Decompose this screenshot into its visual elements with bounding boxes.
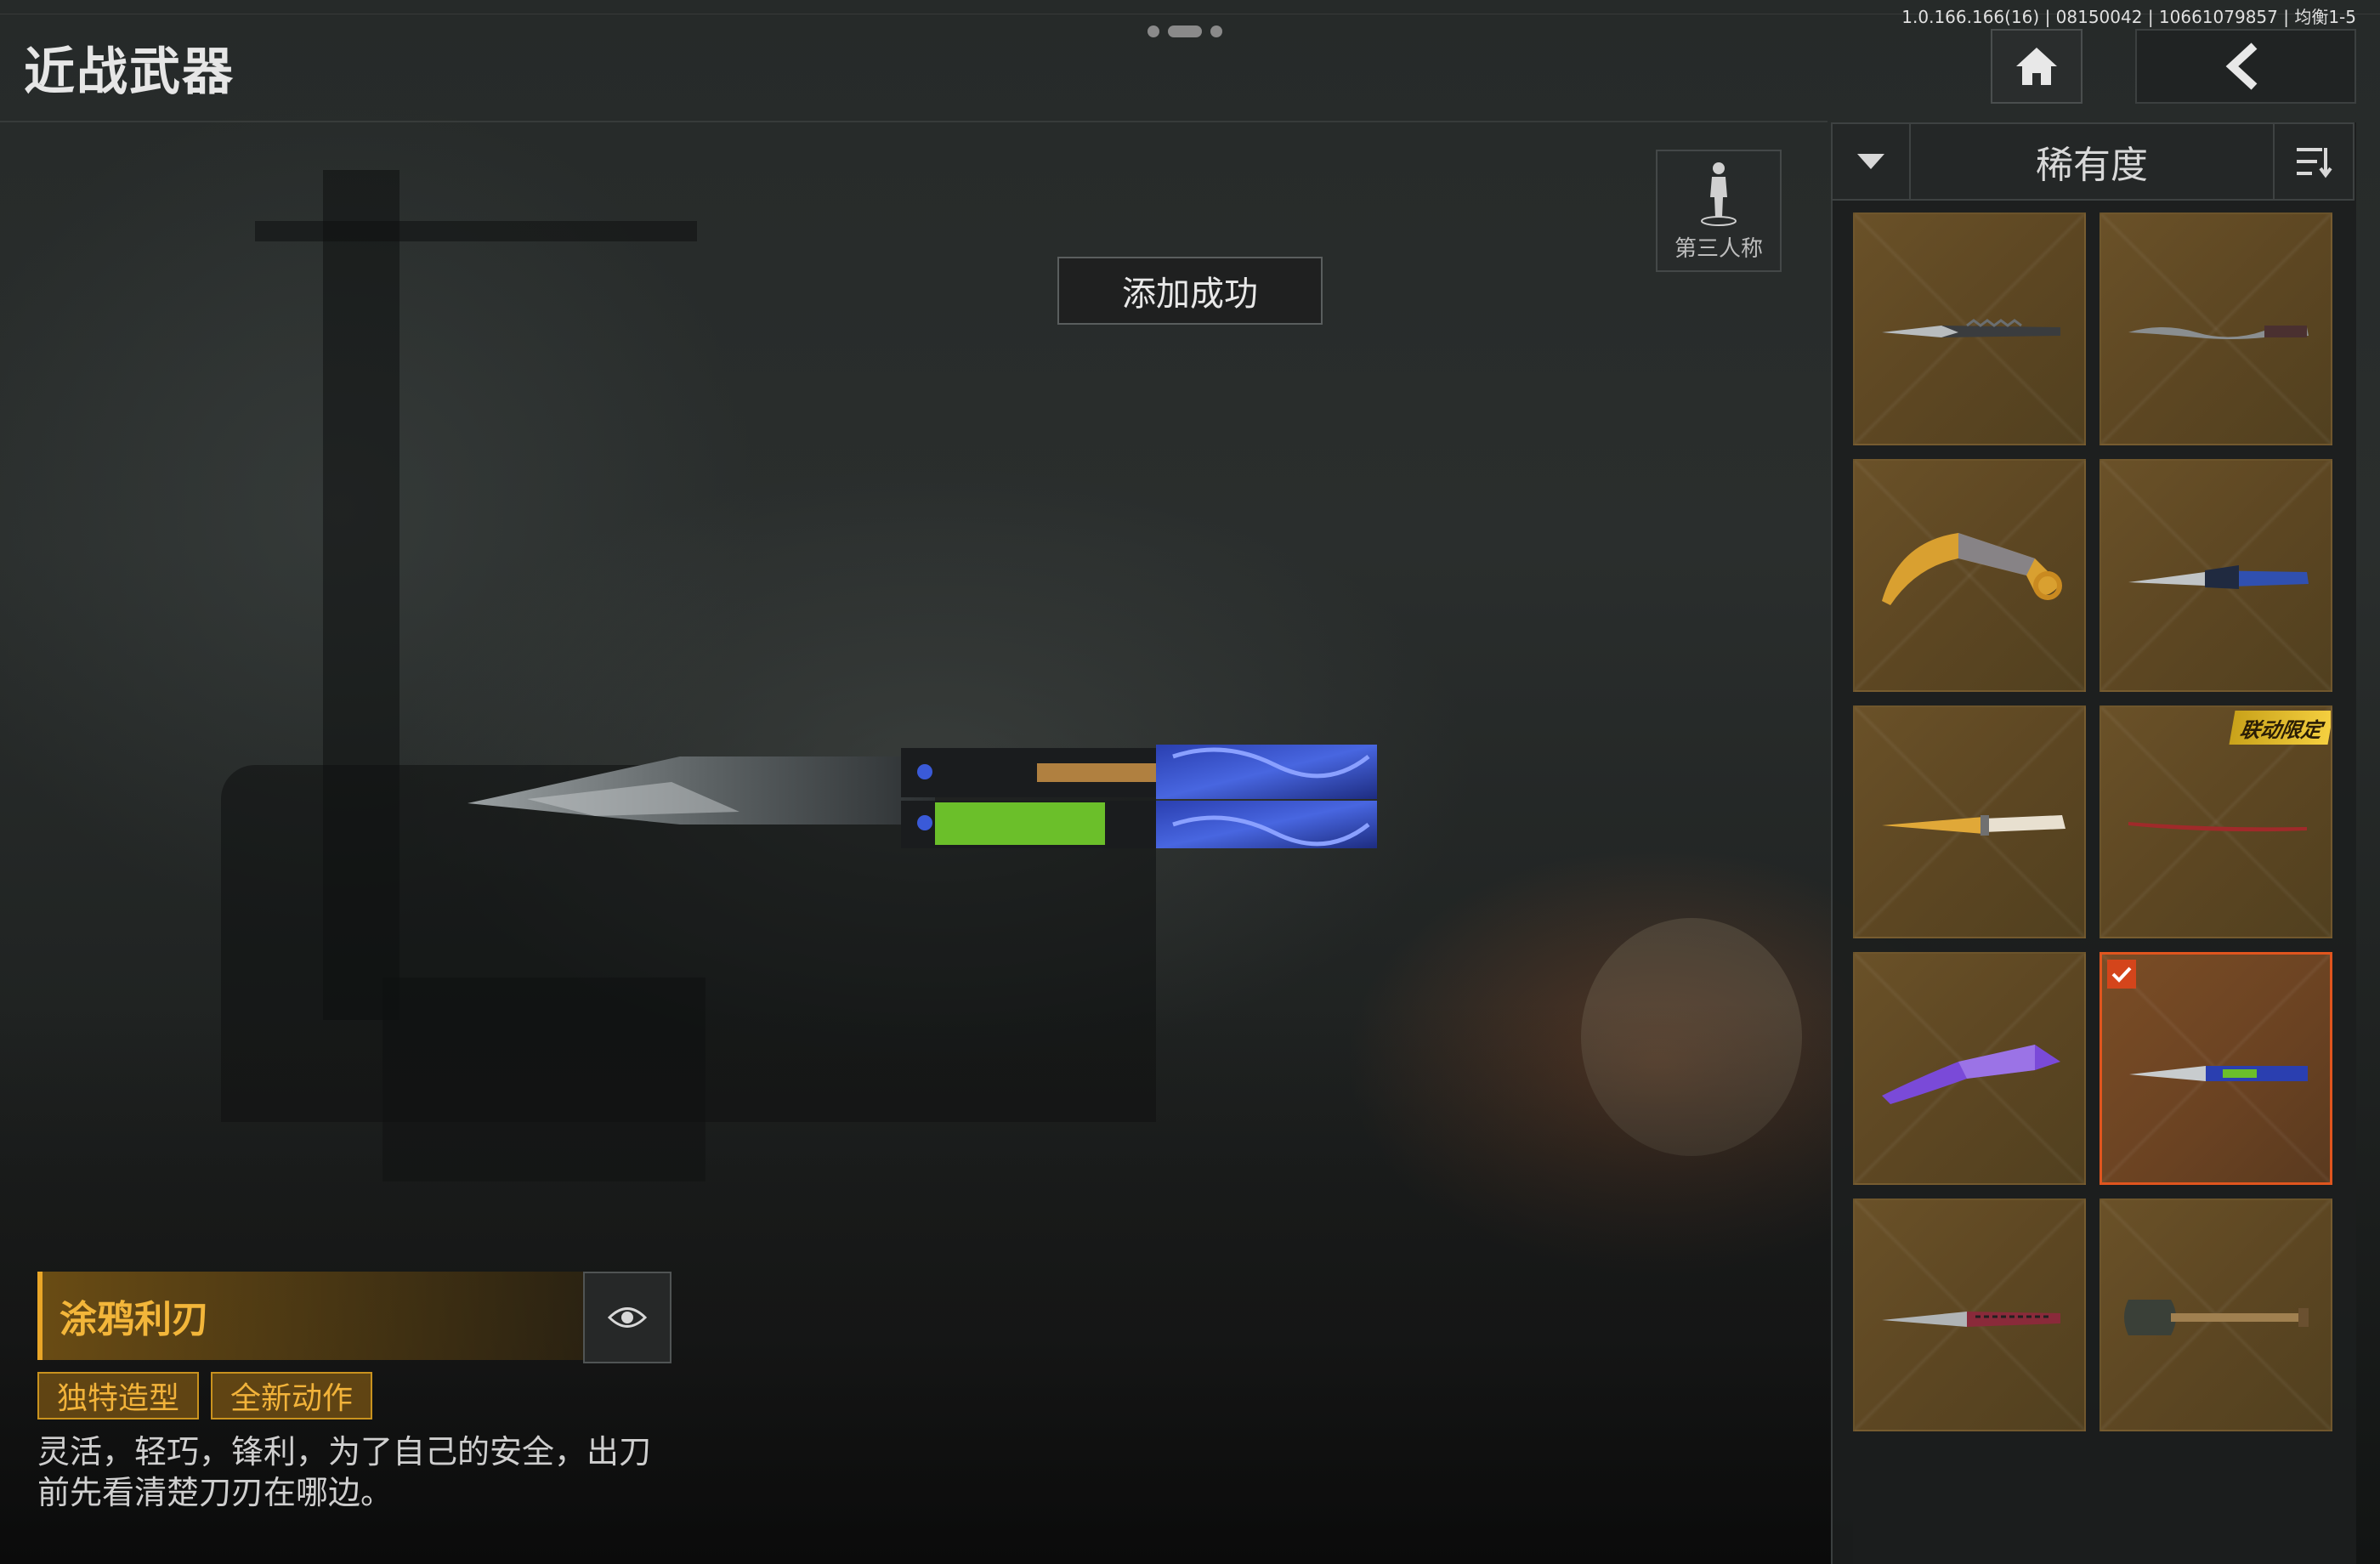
tag-new-animation: 全新动作	[211, 1372, 372, 1420]
description-line: 灵活，轻巧，锋利，为了自己的安全，出刀	[37, 1433, 652, 1470]
header-divider	[0, 121, 1828, 122]
page-dot	[1210, 26, 1222, 37]
sort-order-button[interactable]	[2273, 124, 2353, 199]
third-person-label: 第三人称	[1674, 235, 1763, 262]
chevron-down-icon	[1857, 154, 1884, 169]
red-katana-icon	[2128, 822, 2307, 832]
serrated-dark-knife-icon	[1882, 319, 2060, 337]
page-dot-active	[1168, 26, 1202, 37]
sort-order-icon	[2297, 148, 2332, 178]
third-person-icon	[1701, 162, 1737, 226]
sort-label[interactable]: 稀有度	[1909, 124, 2275, 199]
weapon-card[interactable]	[1853, 459, 2086, 692]
purple-karambit-icon	[1882, 1045, 2060, 1104]
weapon-card[interactable]	[2100, 459, 2332, 692]
weapon-card[interactable]	[1853, 952, 2086, 1185]
weapon-card[interactable]: 联动限定	[2100, 706, 2332, 938]
weapon-card[interactable]	[1853, 1198, 2086, 1431]
preview-button[interactable]	[583, 1272, 672, 1363]
eye-icon	[608, 1307, 647, 1328]
page-title: 近战武器	[24, 42, 235, 102]
blue-combat-knife-icon	[2128, 565, 2309, 589]
weapon-card[interactable]	[1853, 706, 2086, 938]
golden-karambit-icon	[1882, 533, 2062, 605]
back-button[interactable]	[2135, 29, 2356, 104]
sort-bar: 稀有度	[1831, 122, 2354, 201]
page-dot	[1148, 26, 1159, 37]
back-arrow-icon	[2225, 42, 2258, 90]
wavy-dagger-icon	[2128, 326, 2309, 339]
third-person-view-button[interactable]: 第三人称	[1656, 150, 1782, 272]
toast-message: 添加成功	[1057, 257, 1323, 325]
weapon-description: 灵活，轻巧，锋利，为了自己的安全，出刀 前先看清楚刀刃在哪边。	[37, 1431, 700, 1513]
weapon-card[interactable]	[1853, 212, 2086, 445]
tag-unique-design: 独特造型	[37, 1372, 199, 1420]
weapon-name-bar: 涂鸦利刃	[37, 1272, 586, 1360]
weapon-card-selected[interactable]	[2100, 952, 2332, 1185]
shovel-icon	[2124, 1300, 2309, 1335]
weapon-card[interactable]	[2100, 1198, 2332, 1431]
butterfly-knife-model[interactable]	[459, 731, 1377, 858]
weapon-card[interactable]	[2100, 212, 2332, 445]
description-line: 前先看清楚刀刃在哪边。	[37, 1474, 394, 1511]
gold-hunting-knife-icon	[1882, 815, 2066, 836]
page-indicator	[1148, 26, 1222, 37]
graffiti-butterfly-knife-icon	[2129, 1066, 2308, 1081]
scene-crane	[255, 221, 697, 241]
status-text: 1.0.166.166(16) | 08150042 | 10661079857…	[1901, 7, 2356, 27]
collab-limited-badge: 联动限定	[2229, 711, 2331, 745]
sort-dropdown-button[interactable]	[1833, 124, 1911, 199]
home-button[interactable]	[1991, 29, 2082, 104]
weapon-name: 涂鸦利刃	[60, 1298, 209, 1341]
home-icon	[2016, 48, 2057, 85]
checkmark-icon	[2107, 960, 2136, 989]
red-tactical-knife-icon	[1882, 1312, 2060, 1327]
